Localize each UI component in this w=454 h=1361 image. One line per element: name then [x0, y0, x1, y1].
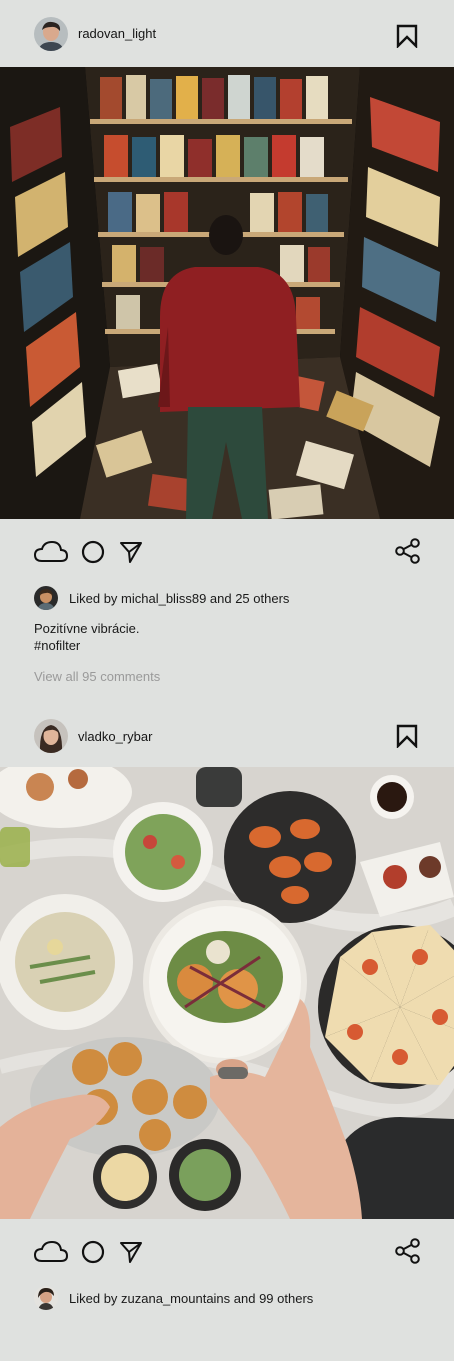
post-1: radovan_light Liked by michal_bliss89 an… [0, 0, 454, 684]
caption: Pozitívne vibrácie. #nofilter [0, 620, 454, 654]
avatar[interactable] [34, 719, 68, 753]
likes-row: Liked by michal_bliss89 and 25 others [0, 585, 454, 611]
send-icon[interactable] [113, 537, 149, 567]
caption-text: Pozitívne vibrácie. [34, 621, 140, 636]
caption-hashtag[interactable]: #nofilter [34, 637, 454, 654]
username[interactable]: radovan_light [78, 26, 156, 41]
feed: radovan_light Liked by michal_bliss89 an… [0, 0, 454, 1361]
likes-text[interactable]: Liked by zuzana_mountains and 99 others [69, 1291, 313, 1306]
post-header: vladko_rybar [0, 705, 454, 767]
avatar[interactable] [34, 16, 68, 51]
liker-avatar[interactable] [34, 586, 58, 610]
circle-icon[interactable] [75, 1237, 111, 1267]
circle-icon[interactable] [75, 537, 111, 567]
post-header: radovan_light [0, 0, 454, 67]
likes-row: Liked by zuzana_mountains and 99 others [0, 1285, 454, 1311]
post-2: vladko_rybar Liked by zuzana_mountains a… [0, 705, 454, 1311]
send-icon[interactable] [113, 1237, 149, 1267]
liker-avatar[interactable] [34, 1286, 58, 1310]
username[interactable]: vladko_rybar [78, 729, 152, 744]
share-icon[interactable] [394, 537, 422, 565]
cloud-icon[interactable] [33, 537, 69, 567]
post-photo[interactable] [0, 67, 454, 519]
bookmark-icon[interactable] [396, 724, 418, 749]
likes-text[interactable]: Liked by michal_bliss89 and 25 others [69, 591, 289, 606]
post-actions [0, 519, 454, 585]
share-icon[interactable] [394, 1237, 422, 1265]
cloud-icon[interactable] [33, 1237, 69, 1267]
post-actions [0, 1219, 454, 1285]
view-comments-link[interactable]: View all 95 comments [0, 669, 454, 684]
post-photo[interactable] [0, 767, 454, 1219]
bookmark-icon[interactable] [396, 24, 418, 49]
